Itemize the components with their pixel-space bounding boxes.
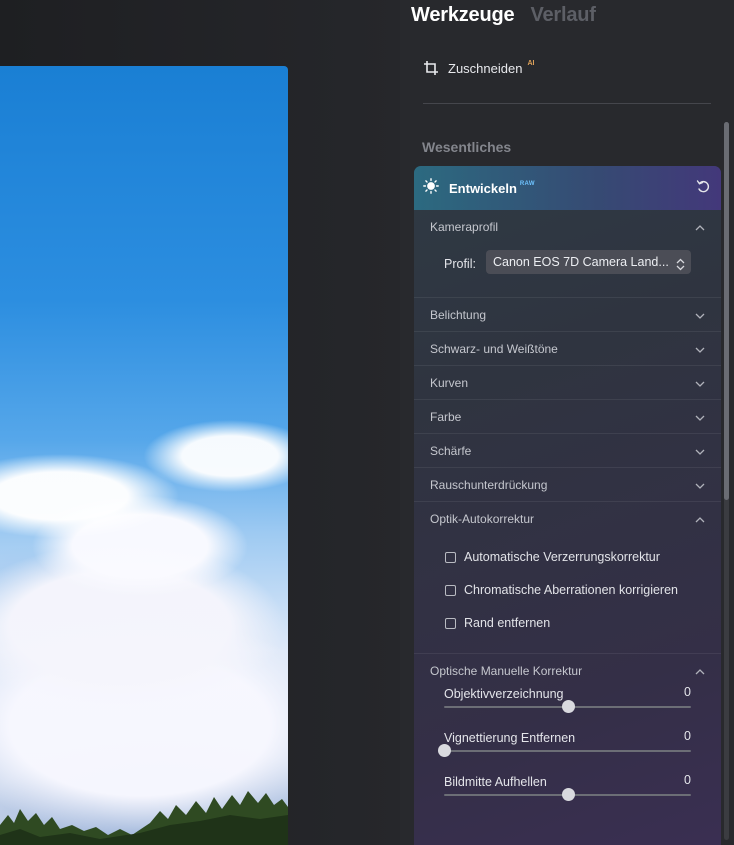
raw-badge: RAW	[519, 181, 535, 187]
sun-icon	[423, 177, 439, 199]
section-kurven[interactable]: Kurven	[414, 366, 721, 400]
tab-verlauf[interactable]: Verlauf	[530, 4, 596, 27]
slider-bildmitte-aufhellen: Bildmitte Aufhellen 0	[444, 773, 691, 801]
section-label: Kurven	[430, 375, 469, 390]
slider-knob[interactable]	[561, 700, 575, 713]
develop-card: Entwickeln RAW Kameraprofil Profil: Cano…	[414, 166, 721, 845]
slider-vignettierung: Vignettierung Entfernen 0	[438, 729, 691, 757]
profile-select[interactable]: Canon EOS 7D Camera Land...	[486, 250, 691, 274]
checkbox-box[interactable]	[445, 551, 456, 563]
section-label: Schärfe	[430, 443, 472, 458]
tree-line	[0, 791, 288, 845]
panel-scrollbar[interactable]	[724, 122, 729, 840]
slider-value: 0	[684, 685, 691, 699]
reset-icon[interactable]	[695, 178, 711, 199]
crop-label: Zuschneiden	[448, 60, 523, 76]
chromatic-aberration-checkbox[interactable]: Chromatische Aberrationen korrigieren	[445, 583, 678, 597]
slider-label: Objektivverzeichnung	[444, 687, 564, 701]
checkbox-label: Rand entfernen	[464, 616, 551, 630]
checkbox-label: Chromatische Aberrationen korrigieren	[464, 583, 678, 597]
chevron-down-icon	[695, 308, 705, 322]
section-belichtung[interactable]: Belichtung	[414, 298, 721, 332]
scrollbar-thumb[interactable]	[724, 122, 729, 500]
camera-profile-block: Profil: Canon EOS 7D Camera Land...	[414, 244, 721, 298]
slider-knob[interactable]	[561, 788, 575, 801]
slider-label: Bildmitte Aufhellen	[444, 775, 547, 789]
checkbox-label: Automatische Verzerrungskorrektur	[464, 550, 660, 564]
slider-track[interactable]	[444, 750, 691, 752]
section-kameraprofil[interactable]: Kameraprofil	[414, 210, 721, 244]
distortion-checkbox[interactable]: Automatische Verzerrungskorrektur	[445, 550, 660, 564]
panel-tabs: Werkzeuge Verlauf	[411, 4, 596, 27]
section-schaerfe[interactable]: Schärfe	[414, 434, 721, 468]
optics-auto-options: Automatische Verzerrungskorrektur Chroma…	[414, 536, 721, 654]
defringe-checkbox[interactable]: Rand entfernen	[445, 616, 550, 630]
slider-value: 0	[684, 773, 691, 787]
section-label: Rauschunterdrückung	[430, 477, 548, 492]
chevron-down-icon	[695, 410, 705, 424]
slider-label: Vignettierung Entfernen	[444, 731, 576, 745]
section-label: Schwarz- und Weißtöne	[430, 341, 558, 356]
section-rauschunterdrueckung[interactable]: Rauschunterdrückung	[414, 468, 721, 502]
section-label: Kameraprofil	[430, 220, 499, 234]
image-canvas[interactable]	[0, 0, 400, 845]
chevron-up-icon	[695, 512, 705, 526]
chevron-up-icon	[695, 664, 705, 678]
chevron-up-icon	[695, 220, 705, 234]
chevron-down-icon	[695, 478, 705, 492]
section-optik-autokorrektur[interactable]: Optik-Autokorrektur	[414, 502, 721, 536]
tab-werkzeuge[interactable]: Werkzeuge	[411, 4, 515, 27]
slider-value: 0	[684, 729, 691, 743]
updown-icon	[676, 255, 685, 274]
section-label: Belichtung	[430, 307, 487, 322]
section-label: Farbe	[430, 409, 462, 424]
ai-badge: AI	[527, 60, 535, 67]
tools-panel: Werkzeuge Verlauf Zuschneiden AI Wesentl…	[400, 0, 734, 845]
optics-manual-sliders: Objektivverzeichnung 0 Vignettierung Ent…	[414, 685, 721, 838]
develop-header[interactable]: Entwickeln RAW	[414, 166, 721, 210]
slider-objektivverzeichnung: Objektivverzeichnung 0	[444, 685, 691, 713]
chevron-down-icon	[695, 342, 705, 356]
section-label: Optische Manuelle Korrektur	[430, 664, 583, 678]
divider	[423, 103, 711, 104]
crop-tool-button[interactable]: Zuschneiden AI	[423, 60, 534, 76]
profile-value: Canon EOS 7D Camera Land...	[493, 255, 669, 269]
checkbox-box[interactable]	[445, 617, 456, 629]
develop-title: Entwickeln	[449, 180, 517, 196]
section-farbe[interactable]: Farbe	[414, 400, 721, 434]
section-label: Optik-Autokorrektur	[430, 512, 535, 526]
profile-label: Profil:	[444, 257, 476, 271]
checkbox-box[interactable]	[445, 584, 456, 596]
section-schwarz-weisstoene[interactable]: Schwarz- und Weißtöne	[414, 332, 721, 366]
chevron-down-icon	[695, 376, 705, 390]
section-title: Wesentliches	[422, 139, 512, 155]
photo-preview[interactable]	[0, 66, 288, 845]
slider-knob[interactable]	[438, 744, 451, 757]
chevron-down-icon	[695, 444, 705, 458]
crop-icon	[423, 60, 439, 76]
section-optische-manuelle-korrektur[interactable]: Optische Manuelle Korrektur	[414, 654, 721, 688]
